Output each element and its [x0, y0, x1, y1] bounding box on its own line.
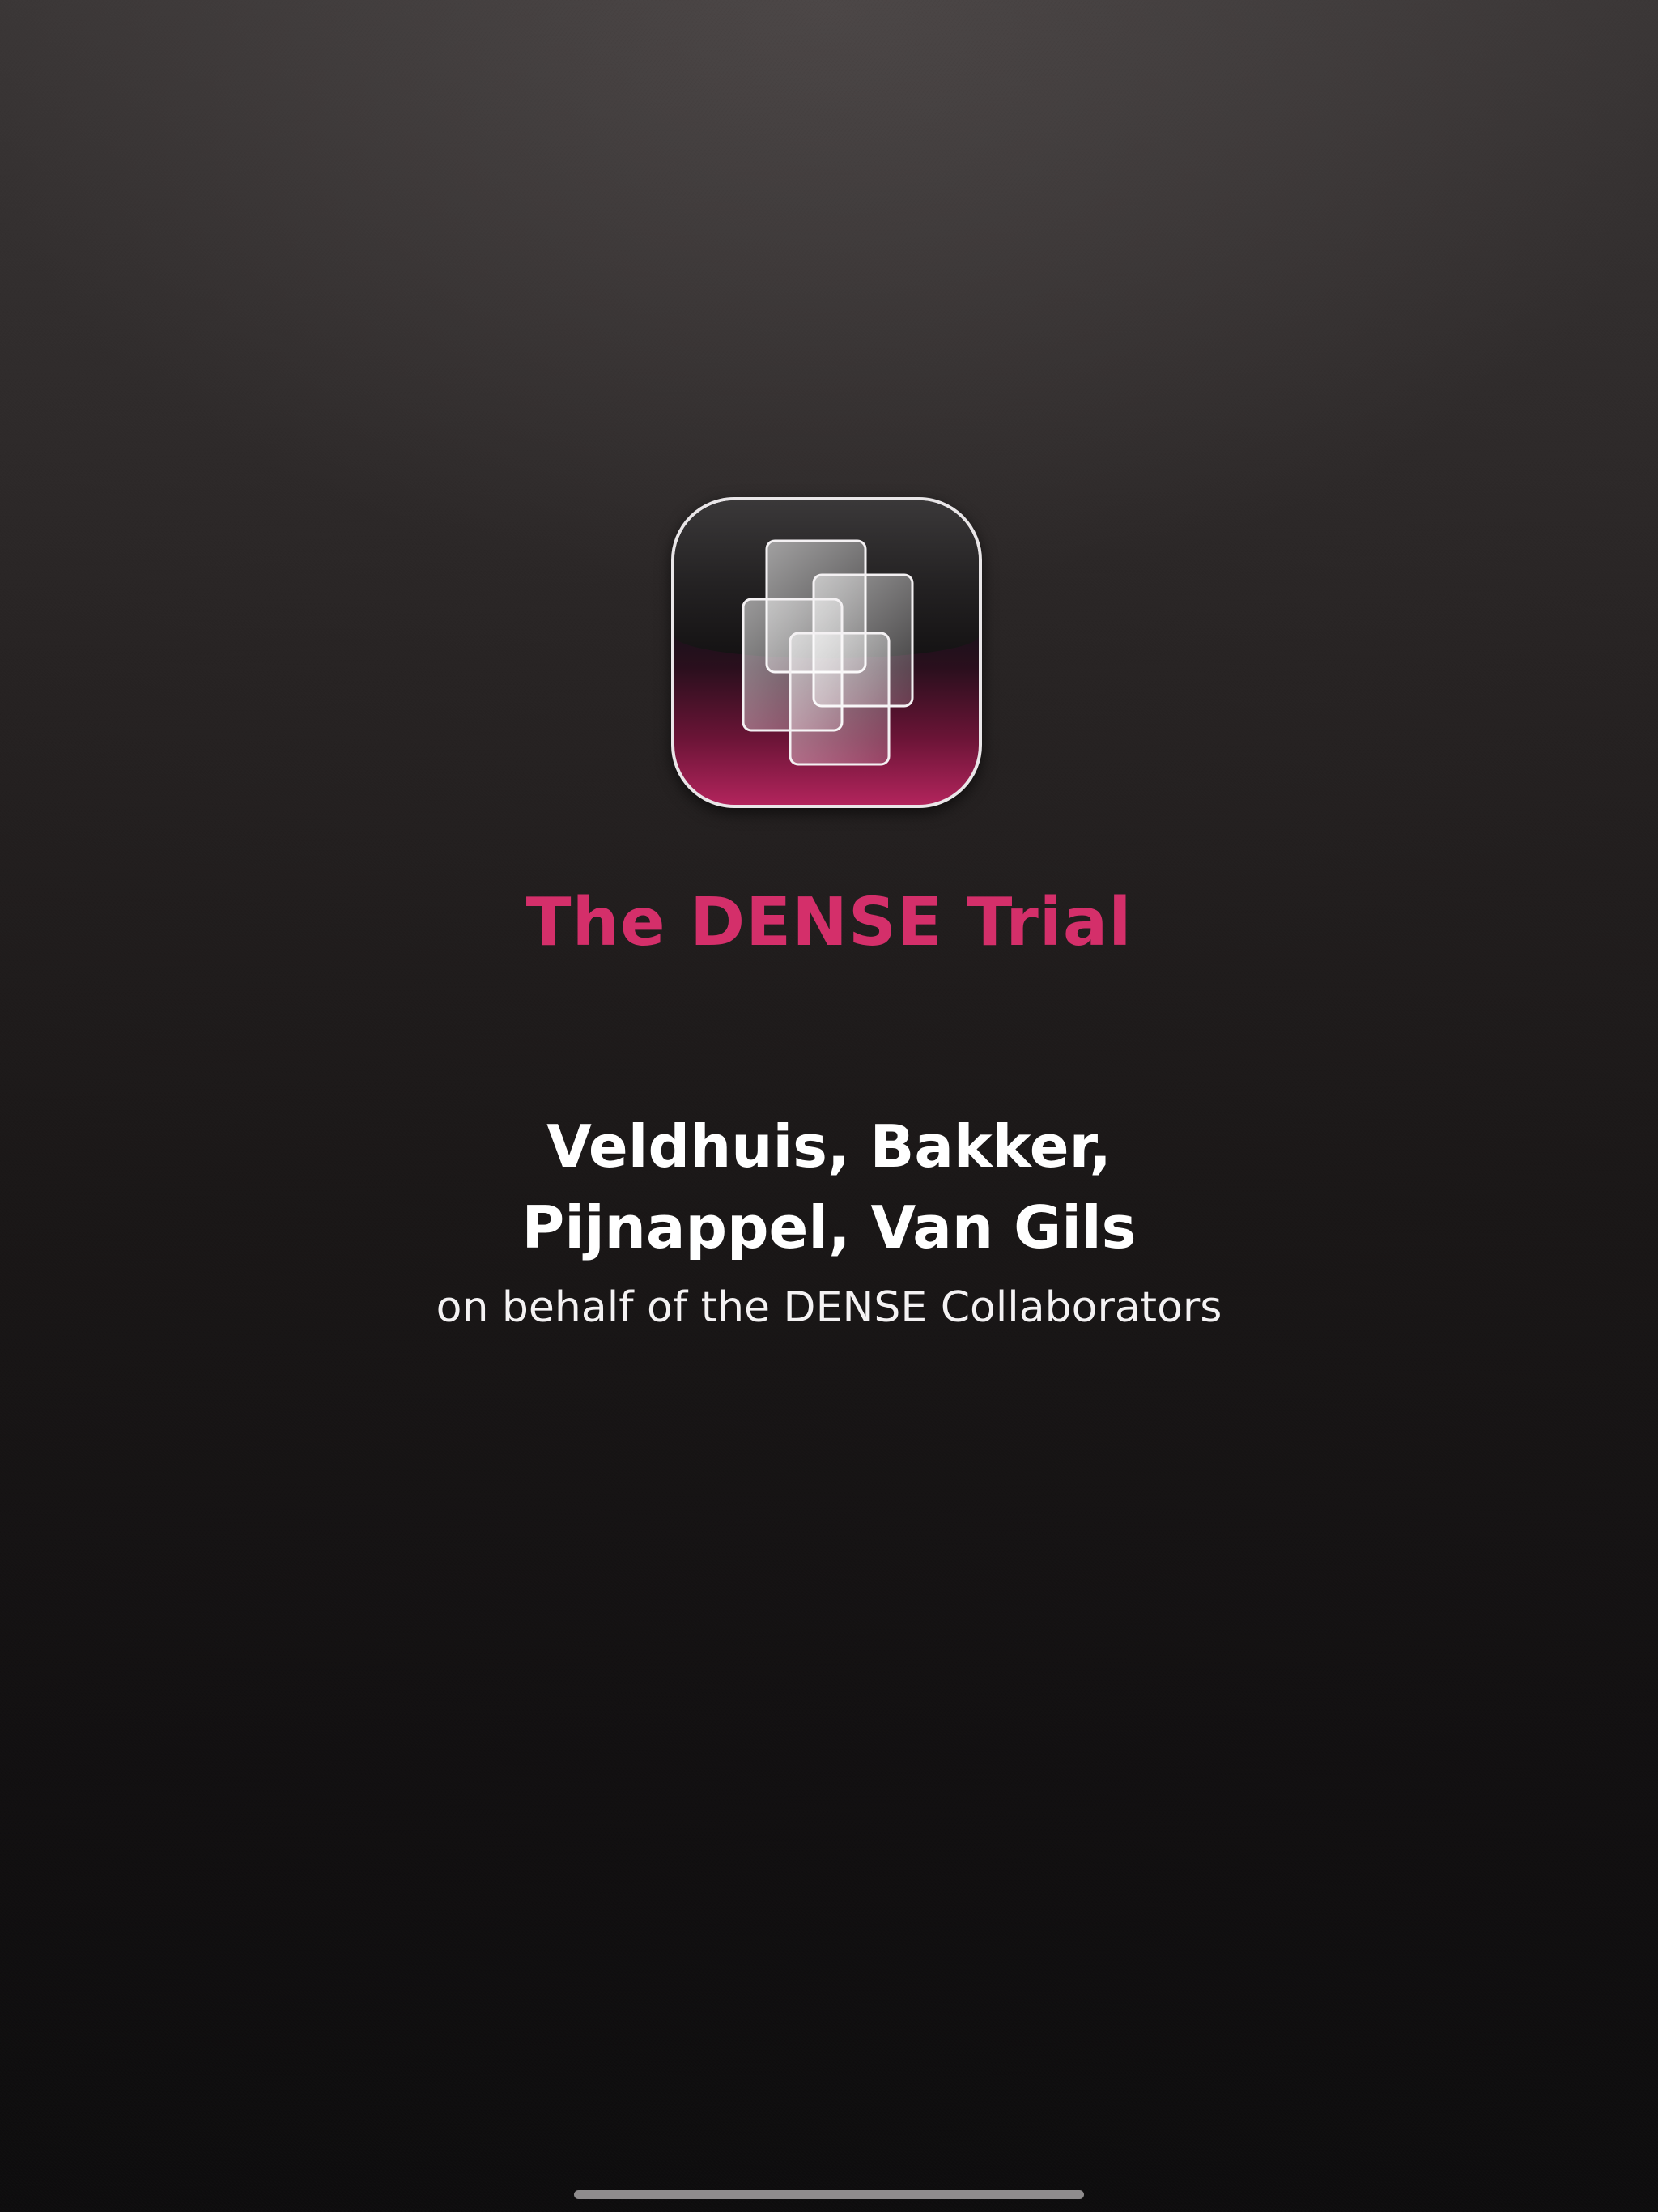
- author-line-2: Pijnappel, Van Gils: [521, 1193, 1137, 1261]
- home-indicator[interactable]: [574, 2190, 1084, 2199]
- author-list: Veldhuis, Bakker, Pijnappel, Van Gils: [0, 1106, 1658, 1268]
- collaborators-subtitle: on behalf of the DENSE Collaborators: [436, 1283, 1222, 1332]
- page-title: The DENSE Trial: [525, 884, 1133, 961]
- author-line-1: Veldhuis, Bakker,: [546, 1112, 1112, 1180]
- dense-trial-logo-icon: [671, 497, 982, 808]
- overlapping-squares-icon: [742, 539, 914, 766]
